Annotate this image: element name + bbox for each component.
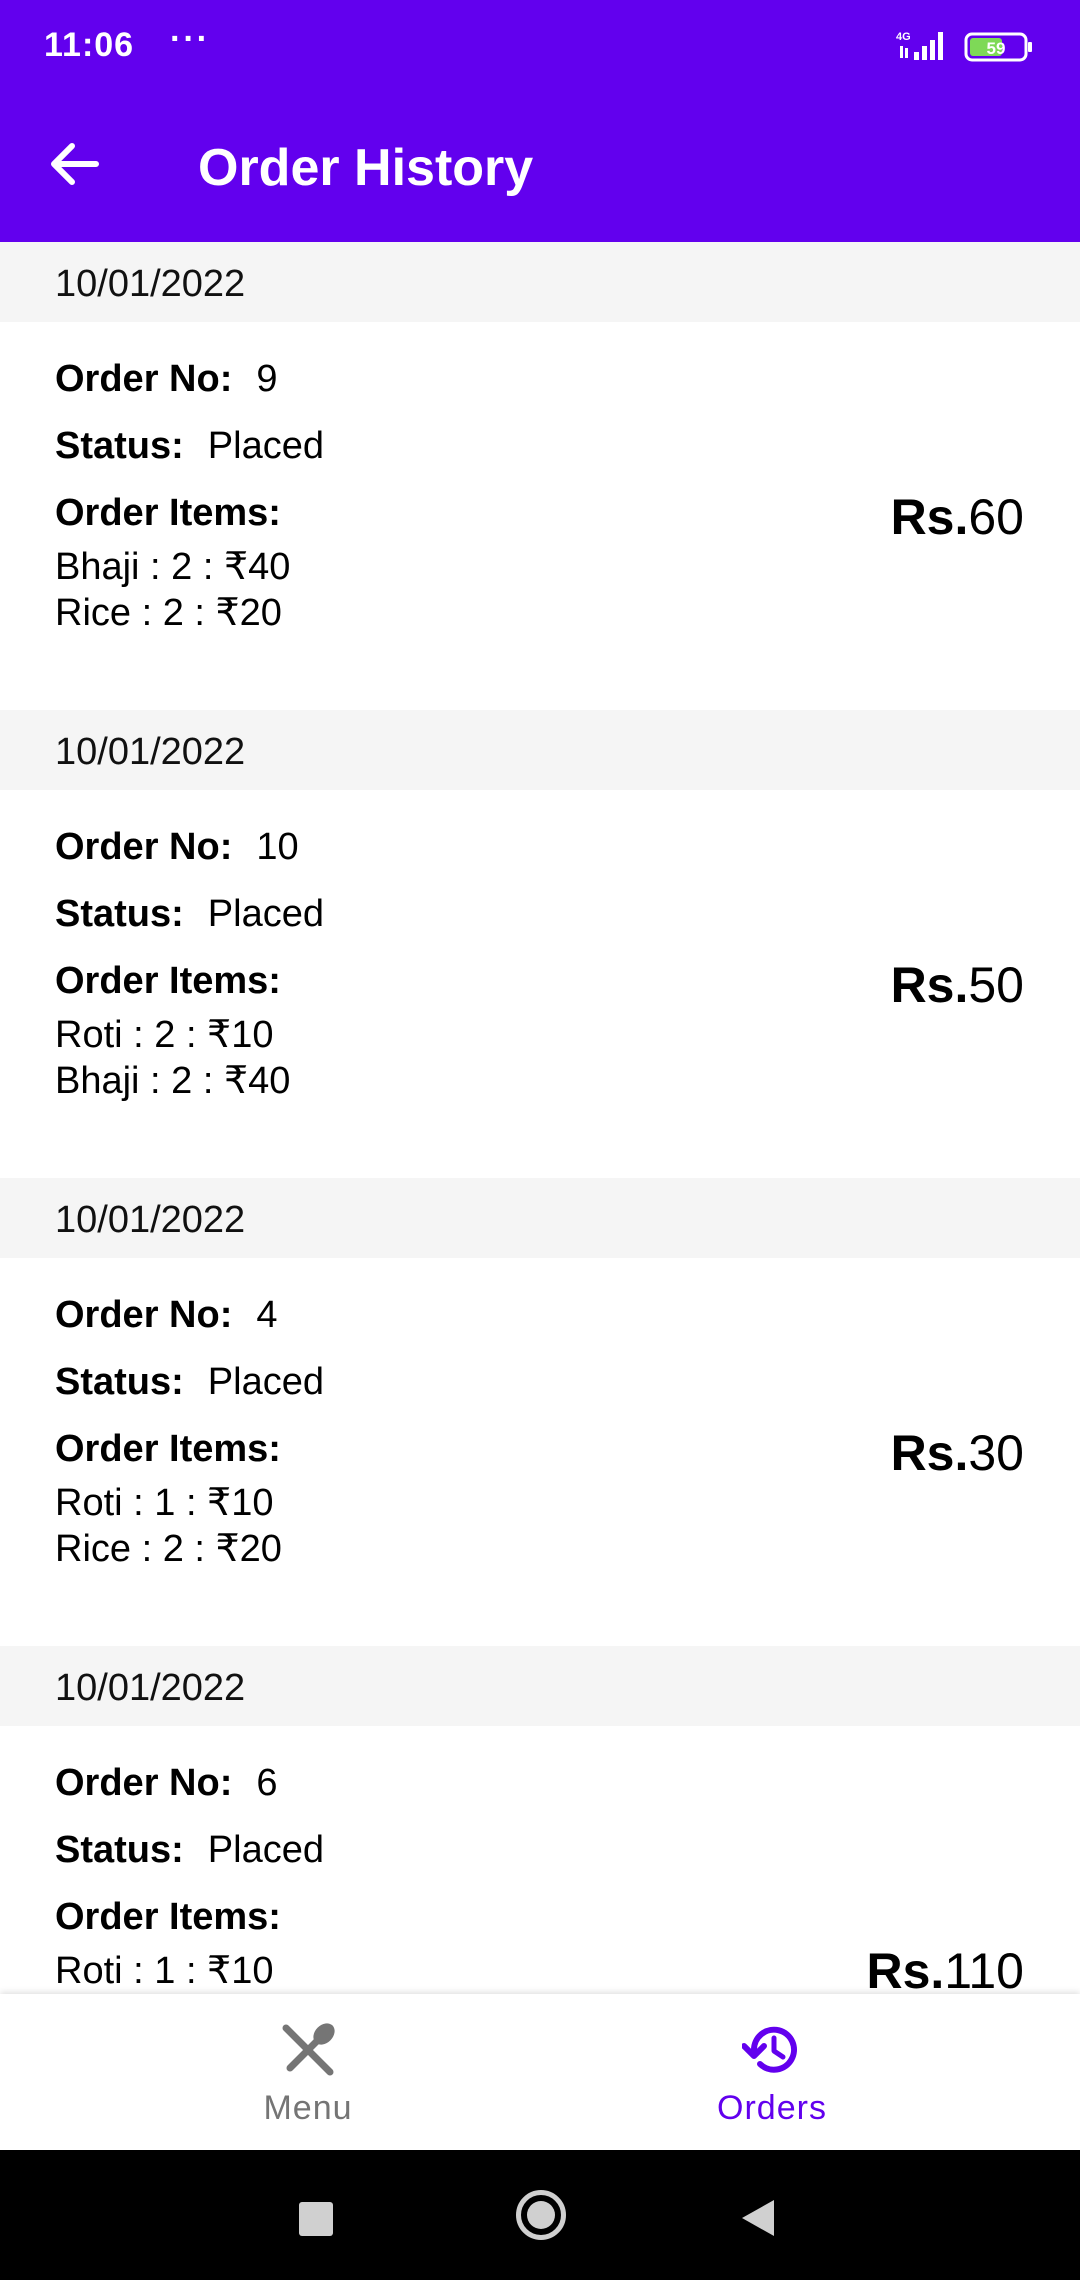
order-number-row: Order No: 6 (55, 1762, 278, 1805)
currency-label: Rs. (890, 957, 969, 1013)
order-no-label: Order No: (55, 1762, 233, 1804)
more-notifications-icon: ··· (170, 20, 210, 58)
order-item: Bhaji : 2 : ₹40 (55, 1060, 291, 1102)
order-items-label: Order Items: (55, 960, 281, 1002)
svg-text:4G: 4G (896, 31, 911, 43)
order-number-row: Order No: 9 (55, 358, 278, 401)
order-item: Rice : 2 : ₹20 (55, 1528, 282, 1570)
order-date: 10/01/2022 (0, 1178, 1080, 1258)
system-navigation-bar (0, 2150, 1080, 2280)
order-no-value: 10 (256, 826, 299, 868)
order-total-value: 50 (968, 957, 1024, 1013)
order-item: Rice : 2 : ₹20 (55, 592, 282, 634)
order-card[interactable]: Order No: 9 Status: Placed Order Items: Bh… (0, 322, 1080, 710)
back-arrow-icon[interactable] (46, 136, 102, 192)
order-item: Roti : 1 : ₹10 (55, 1950, 274, 1992)
status-value: Placed (207, 1361, 324, 1403)
order-total-value: 60 (968, 489, 1024, 545)
recents-icon[interactable] (299, 2202, 333, 2236)
order-total-value: 110 (944, 1943, 1024, 1994)
bottom-navigation: Menu Orders (0, 1994, 1080, 2150)
nav-item-menu[interactable]: Menu (38, 1994, 578, 2150)
order-status-row: Status: Placed (55, 1361, 324, 1404)
back-triangle-icon[interactable] (742, 2200, 774, 2236)
order-card[interactable]: Order No: 10 Status: Placed Order Items: R… (0, 790, 1080, 1178)
status-label: Status: (55, 1361, 184, 1403)
status-label: Status: (55, 425, 184, 467)
nav-item-orders[interactable]: Orders (502, 1994, 1042, 2150)
order-date: 10/01/2022 (0, 710, 1080, 790)
nav-label-orders: Orders (717, 2089, 827, 2127)
order-item: Roti : 1 : ₹10 (55, 1482, 274, 1524)
status-value: Placed (207, 893, 324, 935)
order-date: 10/01/2022 (0, 242, 1080, 322)
order-status-row: Status: Placed (55, 425, 324, 468)
nav-label-menu: Menu (263, 2089, 353, 2127)
order-card[interactable]: Order No: 4 Status: Placed Order Items: Ro… (0, 1258, 1080, 1646)
order-number-row: Order No: 10 (55, 826, 299, 869)
order-total: Rs.110 (866, 1942, 1024, 1994)
order-items-label: Order Items: (55, 492, 281, 534)
status-label: Status: (55, 1829, 184, 1871)
order-items-label: Order Items: (55, 1896, 281, 1938)
order-date: 10/01/2022 (0, 1646, 1080, 1726)
status-label: Status: (55, 893, 184, 935)
svg-text:59: 59 (987, 39, 1006, 58)
history-icon (742, 2026, 797, 2073)
order-no-value: 4 (256, 1294, 278, 1336)
order-item: Roti : 2 : ₹10 (55, 1014, 274, 1056)
signal-icon: 4G (896, 31, 943, 60)
order-status-row: Status: Placed (55, 1829, 324, 1872)
order-total: Rs.60 (891, 488, 1024, 546)
status-time: 11:06 (44, 26, 135, 64)
status-bar: 11:06 ··· 4G 59 (0, 0, 1080, 95)
fork-knife-icon (282, 2023, 335, 2076)
currency-label: Rs. (890, 1425, 969, 1481)
currency-label: Rs. (890, 489, 969, 545)
order-no-label: Order No: (55, 1294, 233, 1336)
order-no-value: 6 (256, 1762, 278, 1804)
order-no-label: Order No: (55, 358, 233, 400)
order-no-label: Order No: (55, 826, 233, 868)
order-total: Rs.30 (891, 1424, 1024, 1482)
status-value: Placed (207, 1829, 324, 1871)
page-title: Order History (198, 139, 534, 197)
order-total-value: 30 (968, 1425, 1024, 1481)
order-history-list[interactable]: 10/01/2022 Order No: 9 Status: Placed Orde… (0, 242, 1080, 1994)
order-card[interactable]: Order No: 6 Status: Placed Order Items: Ro… (0, 1726, 1080, 1994)
order-total: Rs.50 (891, 956, 1024, 1014)
order-status-row: Status: Placed (55, 893, 324, 936)
home-icon[interactable] (516, 2190, 566, 2240)
order-no-value: 9 (256, 358, 278, 400)
order-number-row: Order No: 4 (55, 1294, 278, 1337)
battery-icon: 59 (964, 32, 1032, 62)
app-header: 11:06 ··· 4G 59 Order History (0, 0, 1080, 242)
currency-label: Rs. (866, 1943, 945, 1994)
order-items-label: Order Items: (55, 1428, 281, 1470)
order-item: Bhaji : 2 : ₹40 (55, 546, 291, 588)
status-value: Placed (207, 425, 324, 467)
